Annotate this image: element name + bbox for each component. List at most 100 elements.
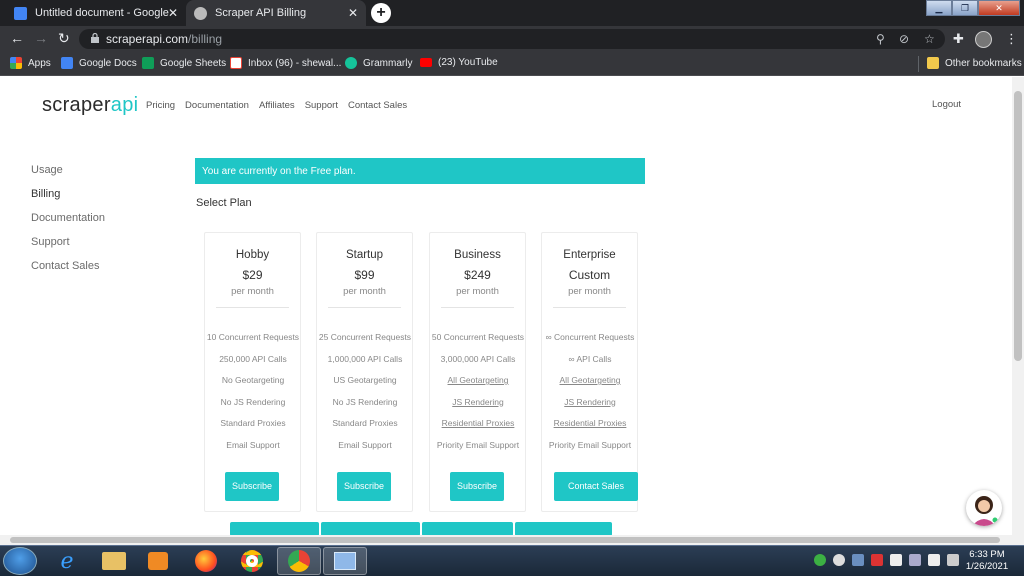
sidebar-item-documentation[interactable]: Documentation	[31, 212, 105, 236]
zoom-icon[interactable]: ⚲	[876, 32, 885, 46]
sidebar-item-billing[interactable]: Billing	[31, 188, 105, 212]
tracking-blocked-icon[interactable]: ⊘	[899, 32, 909, 46]
subscribe-hobby-button[interactable]: Subscribe	[225, 472, 279, 501]
bookmark-google-docs[interactable]: Google Docs	[61, 57, 137, 69]
taskbar-chrome-active[interactable]	[277, 547, 321, 575]
bookmark-youtube[interactable]: (23) YouTube	[420, 57, 498, 68]
scroll-thumb[interactable]	[10, 537, 1000, 543]
tray-app-icon[interactable]	[814, 554, 826, 566]
addon-button[interactable]	[422, 522, 513, 535]
select-plan-heading: Select Plan	[196, 197, 252, 209]
bookmark-apps[interactable]: Apps	[10, 57, 51, 69]
extensions-puzzle-icon[interactable]: ✚	[953, 31, 964, 47]
page-content: scraperapi Pricing Documentation Affilia…	[0, 77, 1012, 535]
plan-features: 25 Concurrent Requests 1,000,000 API Cal…	[305, 332, 425, 461]
start-button[interactable]	[3, 547, 37, 575]
taskbar-control-panel[interactable]	[323, 547, 367, 575]
star-bookmark-icon[interactable]: ☆	[924, 32, 935, 46]
support-chat-avatar[interactable]	[966, 490, 1002, 526]
system-tray	[814, 554, 959, 566]
horizontal-scrollbar[interactable]	[0, 535, 1024, 545]
taskbar-firefox[interactable]	[184, 547, 228, 575]
sidebar-item-usage[interactable]: Usage	[31, 164, 105, 188]
volume-icon[interactable]	[947, 554, 959, 566]
bookmark-label: Other bookmarks	[945, 57, 1022, 69]
logout-link[interactable]: Logout	[932, 99, 961, 110]
feature-link[interactable]: JS Rendering	[418, 397, 538, 419]
internet-explorer-icon: e	[60, 548, 74, 574]
chrome-menu-icon[interactable]: ⋮	[1005, 31, 1018, 47]
addon-button[interactable]	[515, 522, 612, 535]
subscribe-business-button[interactable]: Subscribe	[450, 472, 504, 501]
close-tab-icon[interactable]: ✕	[348, 6, 358, 20]
vertical-scrollbar[interactable]	[1012, 77, 1024, 535]
nav-documentation[interactable]: Documentation	[185, 100, 249, 111]
feature-item: 3,000,000 API Calls	[440, 353, 516, 364]
taskbar-chrome[interactable]	[230, 547, 274, 575]
bookmark-grammarly[interactable]: Grammarly	[345, 57, 412, 69]
omnibox[interactable]: scraperapi.com/billing ⚲ ⊘ ☆	[79, 29, 945, 49]
media-player-icon	[148, 552, 168, 570]
plan-card-enterprise: Enterprise Custom per month ∞ Concurrent…	[541, 232, 638, 512]
google-sheets-icon	[142, 57, 154, 69]
nav-pricing[interactable]: Pricing	[146, 100, 175, 111]
nav-support[interactable]: Support	[305, 100, 338, 111]
restore-button[interactable]: ❐	[952, 0, 978, 16]
feature-link[interactable]: Residential Proxies	[418, 418, 538, 440]
forward-arrow-icon[interactable]: →	[34, 30, 48, 46]
feature-link[interactable]: All Geotargeting	[530, 375, 650, 397]
nav-affiliates[interactable]: Affiliates	[259, 100, 295, 111]
tab-google-docs[interactable]: Untitled document - Google Doc ✕	[6, 0, 186, 26]
taskbar-clock[interactable]: 6:33 PM 1/26/2021	[962, 549, 1012, 573]
card-divider	[441, 307, 514, 308]
feature-item: No JS Rendering	[220, 396, 286, 407]
close-window-button[interactable]: ✕	[978, 0, 1020, 16]
minimize-button[interactable]: ▁	[926, 0, 952, 16]
feature-link[interactable]: Residential Proxies	[530, 418, 650, 440]
battery-icon[interactable]	[928, 554, 940, 566]
reload-icon[interactable]: ↻	[58, 30, 70, 47]
taskbar-file-explorer[interactable]	[92, 547, 136, 575]
feature-item: Priority Email Support	[548, 439, 632, 450]
scroll-thumb[interactable]	[1014, 91, 1022, 361]
subscribe-startup-button[interactable]: Subscribe	[337, 472, 391, 501]
feature-item: ∞ Concurrent Requests	[545, 332, 635, 342]
tray-app-icon[interactable]	[833, 554, 845, 566]
feature-link[interactable]: All Geotargeting	[418, 375, 538, 397]
bookmarks-bar: Apps Google Docs Google Sheets Inbox (96…	[0, 52, 1024, 76]
close-tab-icon[interactable]: ✕	[168, 6, 178, 20]
profile-avatar[interactable]	[975, 31, 992, 48]
chat-agent-icon	[972, 496, 999, 526]
plan-price: $249	[464, 268, 491, 282]
sidebar-item-support[interactable]: Support	[31, 236, 105, 260]
back-arrow-icon[interactable]: ←	[10, 30, 24, 46]
tray-app-icon[interactable]	[871, 554, 883, 566]
bookmark-google-sheets[interactable]: Google Sheets	[142, 57, 226, 69]
feature-link[interactable]: JS Rendering	[530, 397, 650, 419]
nav-contact-sales[interactable]: Contact Sales	[348, 100, 407, 111]
addon-button[interactable]	[230, 522, 319, 535]
windows-taskbar: e 6:33 PM 1/26/2021	[0, 545, 1024, 576]
new-tab-button[interactable]: +	[371, 3, 391, 23]
feature-item: 10 Concurrent Requests	[206, 332, 300, 342]
contact-sales-button[interactable]: Contact Sales	[554, 472, 638, 501]
plan-period: per month	[568, 286, 611, 297]
plan-name: Enterprise	[563, 249, 616, 261]
tray-app-icon[interactable]	[890, 554, 902, 566]
sidebar-item-contact-sales[interactable]: Contact Sales	[31, 260, 105, 284]
bookmark-gmail-inbox[interactable]: Inbox (96) - shewal...	[230, 57, 341, 69]
bookmark-label: Apps	[28, 57, 51, 69]
feature-item: Standard Proxies	[332, 418, 398, 428]
scraperapi-logo[interactable]: scraperapi	[42, 94, 138, 117]
network-icon[interactable]	[909, 554, 921, 566]
control-panel-icon	[334, 552, 356, 570]
bookmark-other[interactable]: Other bookmarks	[927, 57, 1022, 69]
taskbar-media-player[interactable]	[136, 547, 180, 575]
plan-name: Startup	[345, 249, 384, 261]
taskbar-internet-explorer[interactable]: e	[45, 547, 89, 575]
google-docs-icon	[14, 6, 27, 20]
tab-scraper-api-billing[interactable]: Scraper API Billing ✕	[186, 0, 366, 26]
addon-button[interactable]	[321, 522, 420, 535]
tray-app-icon[interactable]	[852, 554, 864, 566]
apps-grid-icon	[10, 57, 22, 69]
